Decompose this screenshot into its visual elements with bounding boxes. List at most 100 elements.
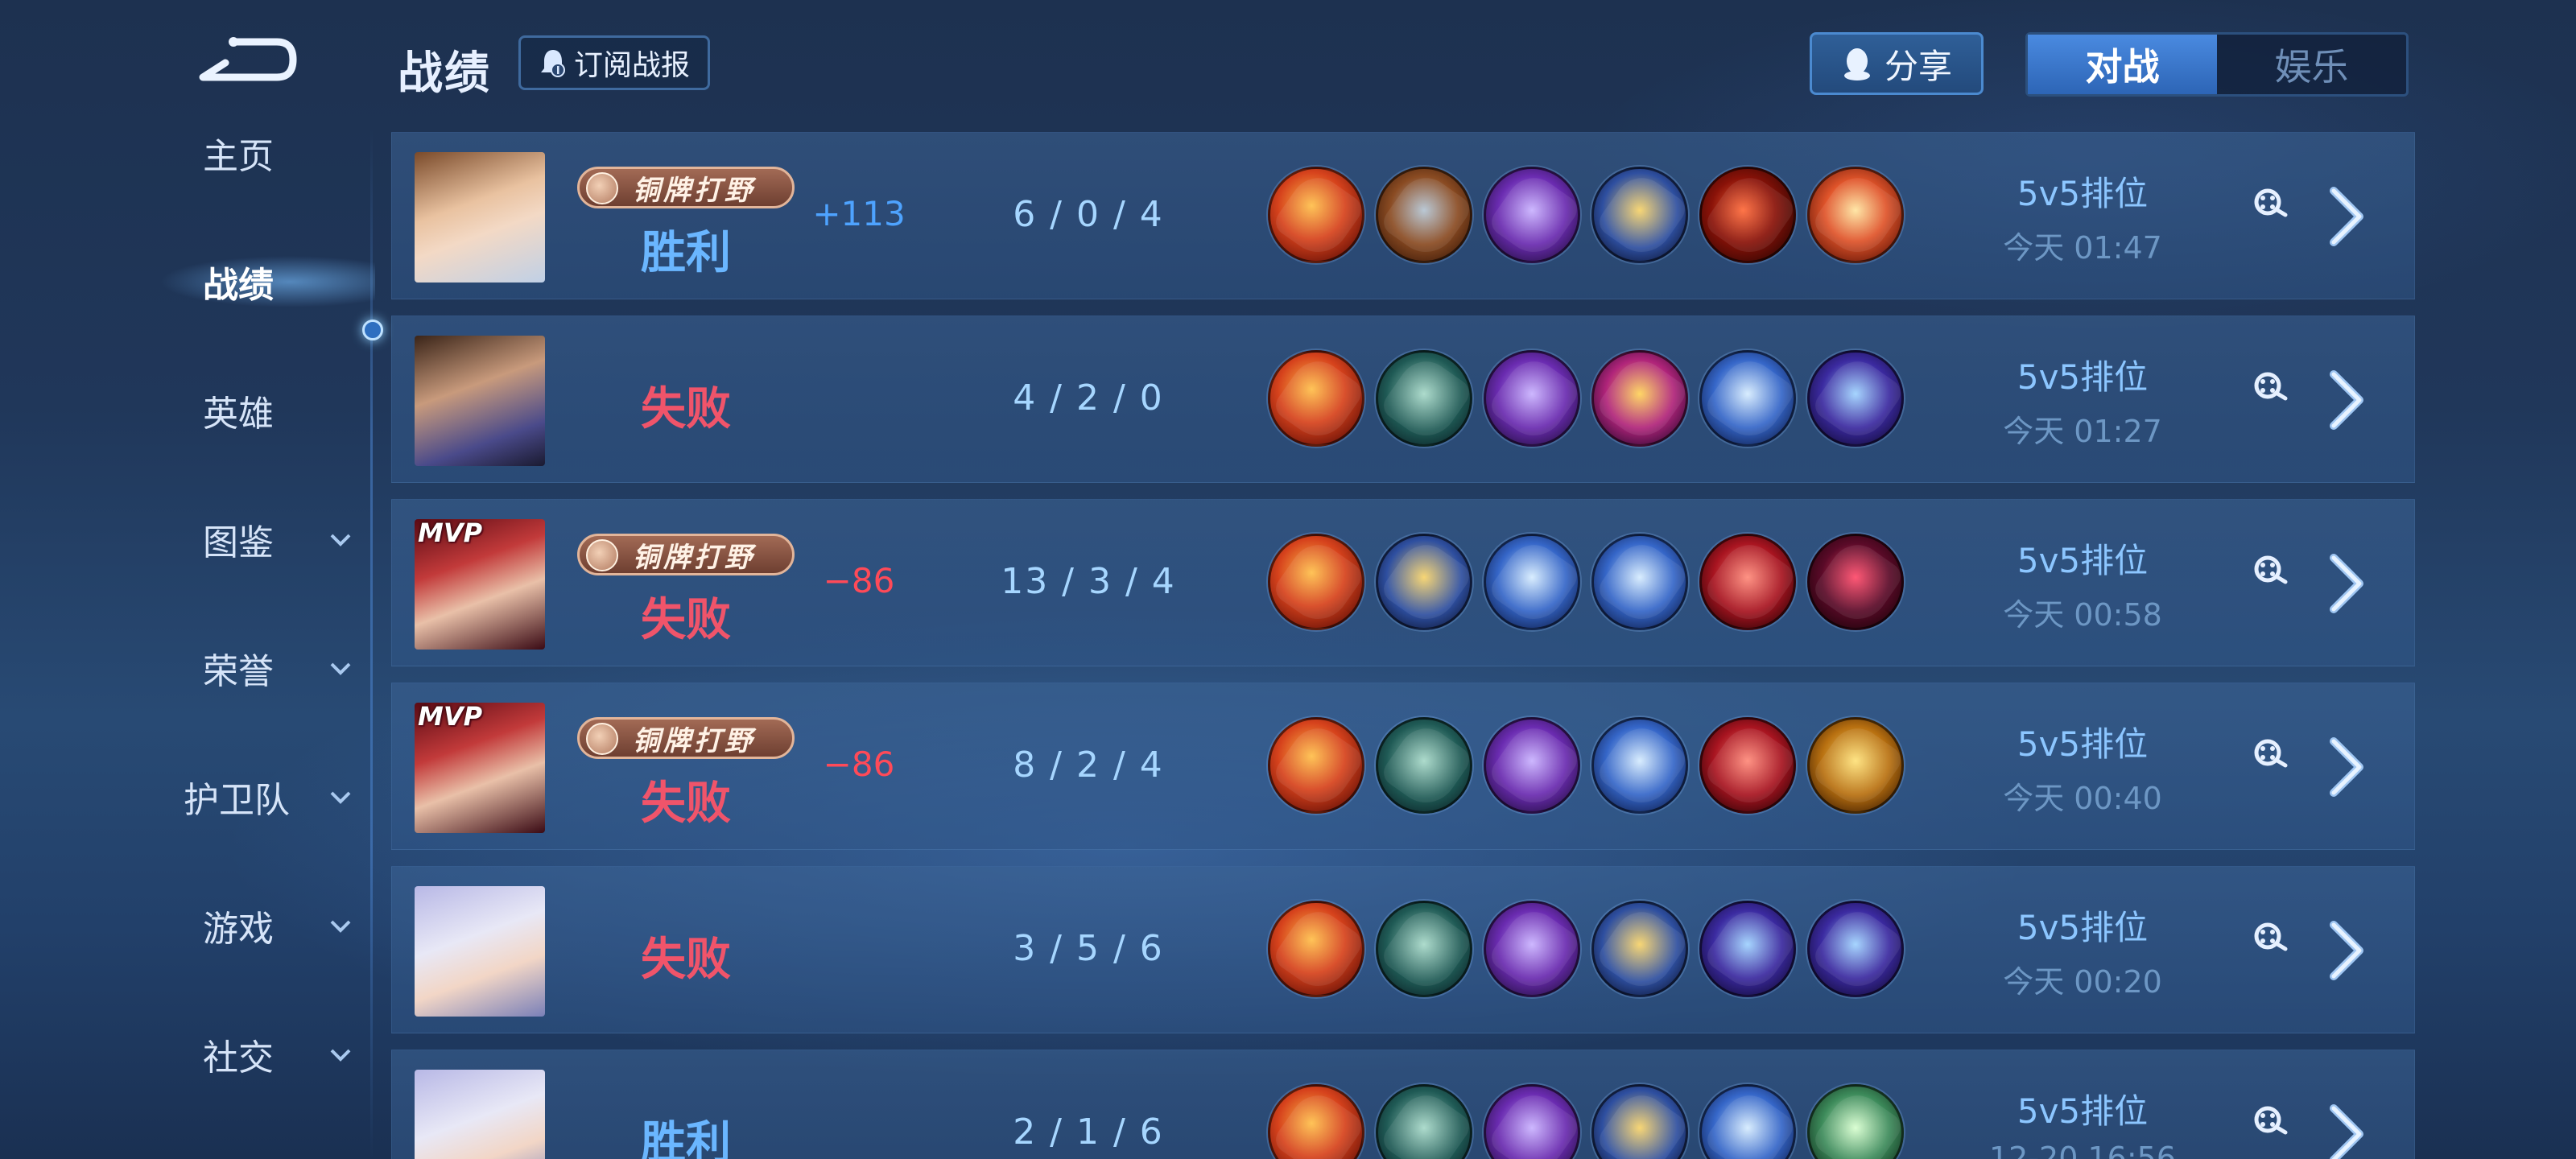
equipment-item-icon xyxy=(1807,167,1904,263)
game-mode: 5v5排位 xyxy=(2017,357,2149,397)
equipment-item-icon xyxy=(1376,167,1472,263)
equipment-item-icon xyxy=(1807,534,1904,630)
active-indicator xyxy=(362,320,383,340)
score-delta: +113 xyxy=(812,194,906,233)
sidebar-item-3[interactable]: 图鉴 xyxy=(0,503,375,575)
sidebar-item-7[interactable]: 社交 xyxy=(0,1018,375,1091)
chevron-right-icon[interactable] xyxy=(2321,735,2374,799)
equipment-item-icon xyxy=(1699,901,1796,997)
match-time: 今天 00:40 xyxy=(2003,781,2162,816)
sidebar-item-6[interactable]: 游戏 xyxy=(0,889,375,962)
kda: 8 / 2 / 4 xyxy=(1013,744,1164,786)
hero-avatar xyxy=(415,886,545,1017)
match-time: 今天 00:58 xyxy=(2003,597,2162,633)
game-mode: 5v5排位 xyxy=(2017,908,2149,947)
score-delta: −86 xyxy=(823,561,895,600)
equipment-item-icon xyxy=(1376,350,1472,447)
match-row[interactable]: MVP 铜牌打野 失败 −86 8 / 2 / 4 5v5排位 今天 00:40 xyxy=(391,683,2415,850)
page-title: 战绩 xyxy=(398,47,491,100)
sidebar-item-1[interactable]: 战绩 xyxy=(0,245,375,318)
replay-icon[interactable] xyxy=(2252,553,2289,585)
tab-battle[interactable]: 对战 xyxy=(2028,35,2217,94)
chevron-down-icon xyxy=(330,791,351,804)
kda: 2 / 1 / 6 xyxy=(1013,1112,1164,1153)
hero-avatar xyxy=(415,1070,545,1159)
subscribe-label: 订阅战报 xyxy=(573,49,690,82)
equipment-item-icon xyxy=(1807,350,1904,447)
match-result: 失败 xyxy=(641,383,731,435)
share-button[interactable]: 分享 xyxy=(1810,32,1984,95)
match-time: 今天 01:47 xyxy=(2003,230,2162,266)
rank-badge-label: 铜牌打野 xyxy=(633,724,755,757)
game-mode: 5v5排位 xyxy=(2017,174,2149,213)
equipment-list xyxy=(1268,1084,1904,1159)
hero-avatar: MVP xyxy=(415,519,545,650)
equipment-item-icon xyxy=(1591,901,1688,997)
score-delta: −86 xyxy=(823,744,895,784)
match-list: 铜牌打野 胜利 +113 6 / 0 / 4 5v5排位 今天 01:47 失败 4 / 2 … xyxy=(391,132,2415,1159)
chevron-right-icon[interactable] xyxy=(2321,368,2374,432)
chevron-right-icon[interactable] xyxy=(2321,1102,2374,1159)
subscribe-report-button[interactable]: 订阅战报 xyxy=(518,35,710,90)
sidebar-item-5[interactable]: 护卫队 xyxy=(0,761,375,833)
equipment-item-icon xyxy=(1591,1084,1688,1159)
equipment-item-icon xyxy=(1484,350,1580,447)
back-icon[interactable] xyxy=(187,31,299,87)
bell-icon xyxy=(540,50,565,77)
equipment-item-icon xyxy=(1376,1084,1472,1159)
rank-badge-label: 铜牌打野 xyxy=(633,541,755,574)
chevron-down-icon xyxy=(330,662,351,675)
match-time: 今天 01:27 xyxy=(2003,414,2162,449)
kda: 6 / 0 / 4 xyxy=(1013,194,1164,235)
match-row[interactable]: MVP 铜牌打野 失败 −86 13 / 3 / 4 5v5排位 今天 00:58 xyxy=(391,499,2415,666)
equipment-list xyxy=(1268,901,1904,997)
equipment-item-icon xyxy=(1376,901,1472,997)
equipment-item-icon xyxy=(1591,534,1688,630)
equipment-item-icon xyxy=(1268,350,1364,447)
equipment-item-icon xyxy=(1268,1084,1364,1159)
equipment-item-icon xyxy=(1484,901,1580,997)
equipment-item-icon xyxy=(1699,534,1796,630)
replay-icon[interactable] xyxy=(2252,920,2289,952)
equipment-item-icon xyxy=(1699,1084,1796,1159)
match-row[interactable]: 失败 4 / 2 / 0 5v5排位 今天 01:27 xyxy=(391,316,2415,483)
replay-icon[interactable] xyxy=(2252,1103,2289,1136)
rank-emblem-icon xyxy=(586,539,618,571)
rank-emblem-icon xyxy=(586,723,618,755)
equipment-list xyxy=(1268,717,1904,814)
equipment-item-icon xyxy=(1484,1084,1580,1159)
game-mode: 5v5排位 xyxy=(2017,541,2149,580)
match-result: 胜利 xyxy=(641,1117,731,1159)
match-row[interactable]: 失败 3 / 5 / 6 5v5排位 今天 00:20 xyxy=(391,866,2415,1033)
game-mode: 5v5排位 xyxy=(2017,1091,2149,1131)
sidebar-item-0[interactable]: 主页 xyxy=(0,117,375,189)
sidebar-item-2[interactable]: 英雄 xyxy=(0,374,375,447)
mvp-badge: MVP xyxy=(418,703,483,732)
equipment-item-icon xyxy=(1699,717,1796,814)
replay-icon[interactable] xyxy=(2252,186,2289,218)
hero-avatar: MVP xyxy=(415,703,545,833)
mode-tabs: 对战 娱乐 xyxy=(2025,32,2409,97)
match-time: 今天 00:20 xyxy=(2003,964,2162,1000)
match-row[interactable]: 铜牌打野 胜利 +113 6 / 0 / 4 5v5排位 今天 01:47 xyxy=(391,132,2415,299)
match-row[interactable]: 胜利 2 / 1 / 6 5v5排位 12-20 16:56 xyxy=(391,1050,2415,1159)
equipment-item-icon xyxy=(1376,534,1472,630)
match-result: 失败 xyxy=(641,594,731,646)
equipment-item-icon xyxy=(1807,901,1904,997)
equipment-item-icon xyxy=(1591,717,1688,814)
replay-icon[interactable] xyxy=(2252,369,2289,402)
tab-entertainment[interactable]: 娱乐 xyxy=(2217,35,2406,94)
equipment-item-icon xyxy=(1591,350,1688,447)
chevron-right-icon[interactable] xyxy=(2321,551,2374,616)
chevron-right-icon[interactable] xyxy=(2321,184,2374,249)
equipment-list xyxy=(1268,534,1904,630)
hero-avatar xyxy=(415,336,545,466)
rank-badge: 铜牌打野 xyxy=(577,717,795,759)
chevron-right-icon[interactable] xyxy=(2321,918,2374,983)
replay-icon[interactable] xyxy=(2252,736,2289,769)
rank-badge: 铜牌打野 xyxy=(577,167,795,208)
equipment-item-icon xyxy=(1268,167,1364,263)
equipment-item-icon xyxy=(1699,350,1796,447)
sidebar-item-4[interactable]: 荣誉 xyxy=(0,632,375,704)
equipment-item-icon xyxy=(1699,167,1796,263)
